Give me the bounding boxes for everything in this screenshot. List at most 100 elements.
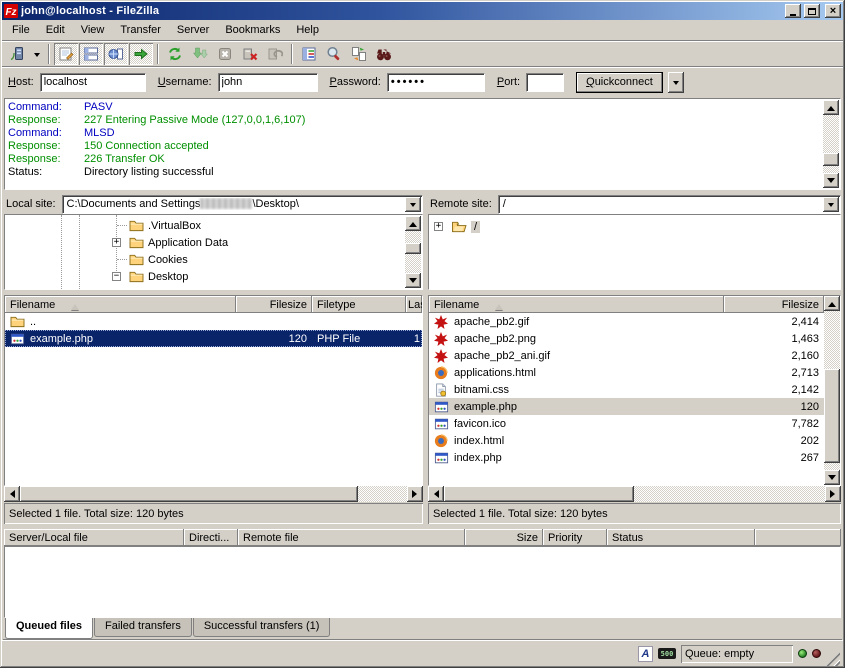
column-header-filename[interactable]: Filename <box>429 296 724 313</box>
resize-grip[interactable] <box>826 652 840 666</box>
scroll-thumb[interactable] <box>405 243 421 254</box>
menu-file[interactable]: File <box>4 22 38 39</box>
remote-path-dropdown[interactable] <box>823 197 839 212</box>
disconnect-button[interactable] <box>238 43 262 65</box>
synchronized-browsing-button[interactable] <box>347 43 371 65</box>
site-manager-button[interactable] <box>5 43 29 65</box>
scroll-left-button[interactable] <box>428 486 444 502</box>
file-row[interactable]: apache_pb2.png 1,463 <box>429 330 824 347</box>
minimize-button[interactable] <box>785 4 801 18</box>
host-input[interactable] <box>40 73 146 92</box>
scroll-thumb[interactable] <box>824 369 840 463</box>
scroll-left-button[interactable] <box>4 486 20 502</box>
column-header-priority[interactable]: Priority <box>543 529 607 546</box>
cancel-operation-button[interactable] <box>213 43 237 65</box>
close-button[interactable]: × <box>825 4 841 18</box>
remote-list-scrollbar[interactable] <box>824 296 840 485</box>
local-tree-scrollbar[interactable] <box>405 216 421 288</box>
tab-failed-transfers[interactable]: Failed transfers <box>94 618 192 637</box>
file-row[interactable]: applications.html 2,713 <box>429 364 824 381</box>
file-row-parent-dir[interactable]: .. <box>5 313 422 330</box>
tree-item-cookies[interactable]: Cookies <box>5 251 405 268</box>
tree-item-virtualbox[interactable]: .VirtualBox <box>5 217 405 234</box>
scroll-up-button[interactable] <box>405 216 421 231</box>
column-header-last-modified[interactable]: Last modified <box>406 296 422 313</box>
file-row[interactable]: index.php 267 <box>429 449 824 466</box>
tree-item-desktop[interactable]: Desktop <box>5 268 405 285</box>
queue-body[interactable] <box>4 546 841 618</box>
file-row[interactable]: apache_pb2_ani.gif 2,160 <box>429 347 824 364</box>
column-header-server-local-file[interactable]: Server/Local file <box>4 529 184 546</box>
column-header-direction[interactable]: Directi... <box>184 529 238 546</box>
file-row[interactable]: favicon.ico 7,782 <box>429 415 824 432</box>
tab-successful-transfers[interactable]: Successful transfers (1) <box>193 618 331 637</box>
scroll-down-button[interactable] <box>405 273 421 288</box>
site-manager-dropdown[interactable] <box>30 43 44 65</box>
menu-edit[interactable]: Edit <box>38 22 73 39</box>
toggle-local-tree-button[interactable] <box>79 43 103 65</box>
tree-item-application-data[interactable]: Application Data <box>5 234 405 251</box>
file-row[interactable]: bitnami.css 2,142 <box>429 381 824 398</box>
local-path-dropdown[interactable] <box>405 197 421 212</box>
toggle-message-log-button[interactable] <box>54 43 78 65</box>
tab-queued-files[interactable]: Queued files <box>5 618 93 639</box>
column-header-filesize[interactable]: Filesize <box>236 296 312 313</box>
column-header-size[interactable]: Size <box>465 529 543 546</box>
username-input[interactable] <box>218 73 318 92</box>
reconnect-button[interactable] <box>263 43 287 65</box>
process-queue-button[interactable] <box>188 43 212 65</box>
file-row[interactable]: apache_pb2.gif 2,414 <box>429 313 824 330</box>
menu-help[interactable]: Help <box>288 22 327 39</box>
toggle-remote-tree-button[interactable] <box>104 43 128 65</box>
directory-filter-button[interactable] <box>297 43 321 65</box>
refresh-button[interactable] <box>163 43 187 65</box>
password-input[interactable] <box>387 73 485 92</box>
column-header-filesize[interactable]: Filesize <box>724 296 824 313</box>
quickconnect-dropdown[interactable] <box>668 72 684 93</box>
file-row[interactable]: index.html 202 <box>429 432 824 449</box>
remote-list-hscrollbar[interactable] <box>428 486 841 502</box>
log-line: Response:150 Connection accepted <box>8 140 820 153</box>
scroll-thumb[interactable] <box>444 486 634 502</box>
scroll-track[interactable] <box>405 231 421 273</box>
local-list-header: Filename Filesize Filetype Last modified <box>5 296 422 313</box>
column-header-status[interactable]: Status <box>607 529 755 546</box>
file-row-example-php[interactable]: example.php 120 PHP File 1 <box>5 330 422 347</box>
scroll-thumb[interactable] <box>823 153 839 166</box>
scroll-track[interactable] <box>823 115 839 173</box>
quickconnect-button[interactable]: Quickconnect <box>576 72 663 93</box>
port-input[interactable] <box>526 73 564 92</box>
toggle-transfer-queue-button[interactable] <box>129 43 153 65</box>
tree-expand-button[interactable]: + <box>434 222 443 231</box>
local-list-hscrollbar[interactable] <box>4 486 423 502</box>
scroll-track[interactable] <box>444 486 825 502</box>
speed-limit-icon[interactable]: 500 <box>658 648 676 659</box>
maximize-button[interactable] <box>804 4 820 18</box>
scroll-track[interactable] <box>824 311 840 470</box>
menu-view[interactable]: View <box>73 22 113 39</box>
menu-server[interactable]: Server <box>169 22 217 39</box>
tree-item-root[interactable]: / <box>429 218 823 235</box>
transfer-type-indicator-icon[interactable]: A <box>638 646 653 662</box>
scroll-up-button[interactable] <box>824 296 840 311</box>
column-header-filename[interactable]: Filename <box>5 296 236 313</box>
menu-transfer[interactable]: Transfer <box>112 22 169 39</box>
local-path-combo[interactable]: C:\Documents and Settings\Desktop\ <box>62 195 423 214</box>
scroll-track[interactable] <box>20 486 407 502</box>
menu-bookmarks[interactable]: Bookmarks <box>217 22 288 39</box>
scroll-down-button[interactable] <box>824 470 840 485</box>
file-row-selected[interactable]: example.php 120 <box>429 398 824 415</box>
find-files-button[interactable] <box>372 43 396 65</box>
tree-collapse-button[interactable]: − <box>112 272 121 281</box>
column-header-remote-file[interactable]: Remote file <box>238 529 465 546</box>
log-scrollbar[interactable] <box>823 100 839 188</box>
scroll-up-button[interactable] <box>823 100 839 115</box>
tree-expand-button[interactable]: + <box>112 238 121 247</box>
scroll-right-button[interactable] <box>407 486 423 502</box>
remote-path-combo[interactable]: / <box>498 195 841 214</box>
directory-comparison-button[interactable] <box>322 43 346 65</box>
scroll-down-button[interactable] <box>823 173 839 188</box>
column-header-filetype[interactable]: Filetype <box>312 296 406 313</box>
scroll-right-button[interactable] <box>825 486 841 502</box>
scroll-thumb[interactable] <box>20 486 358 502</box>
